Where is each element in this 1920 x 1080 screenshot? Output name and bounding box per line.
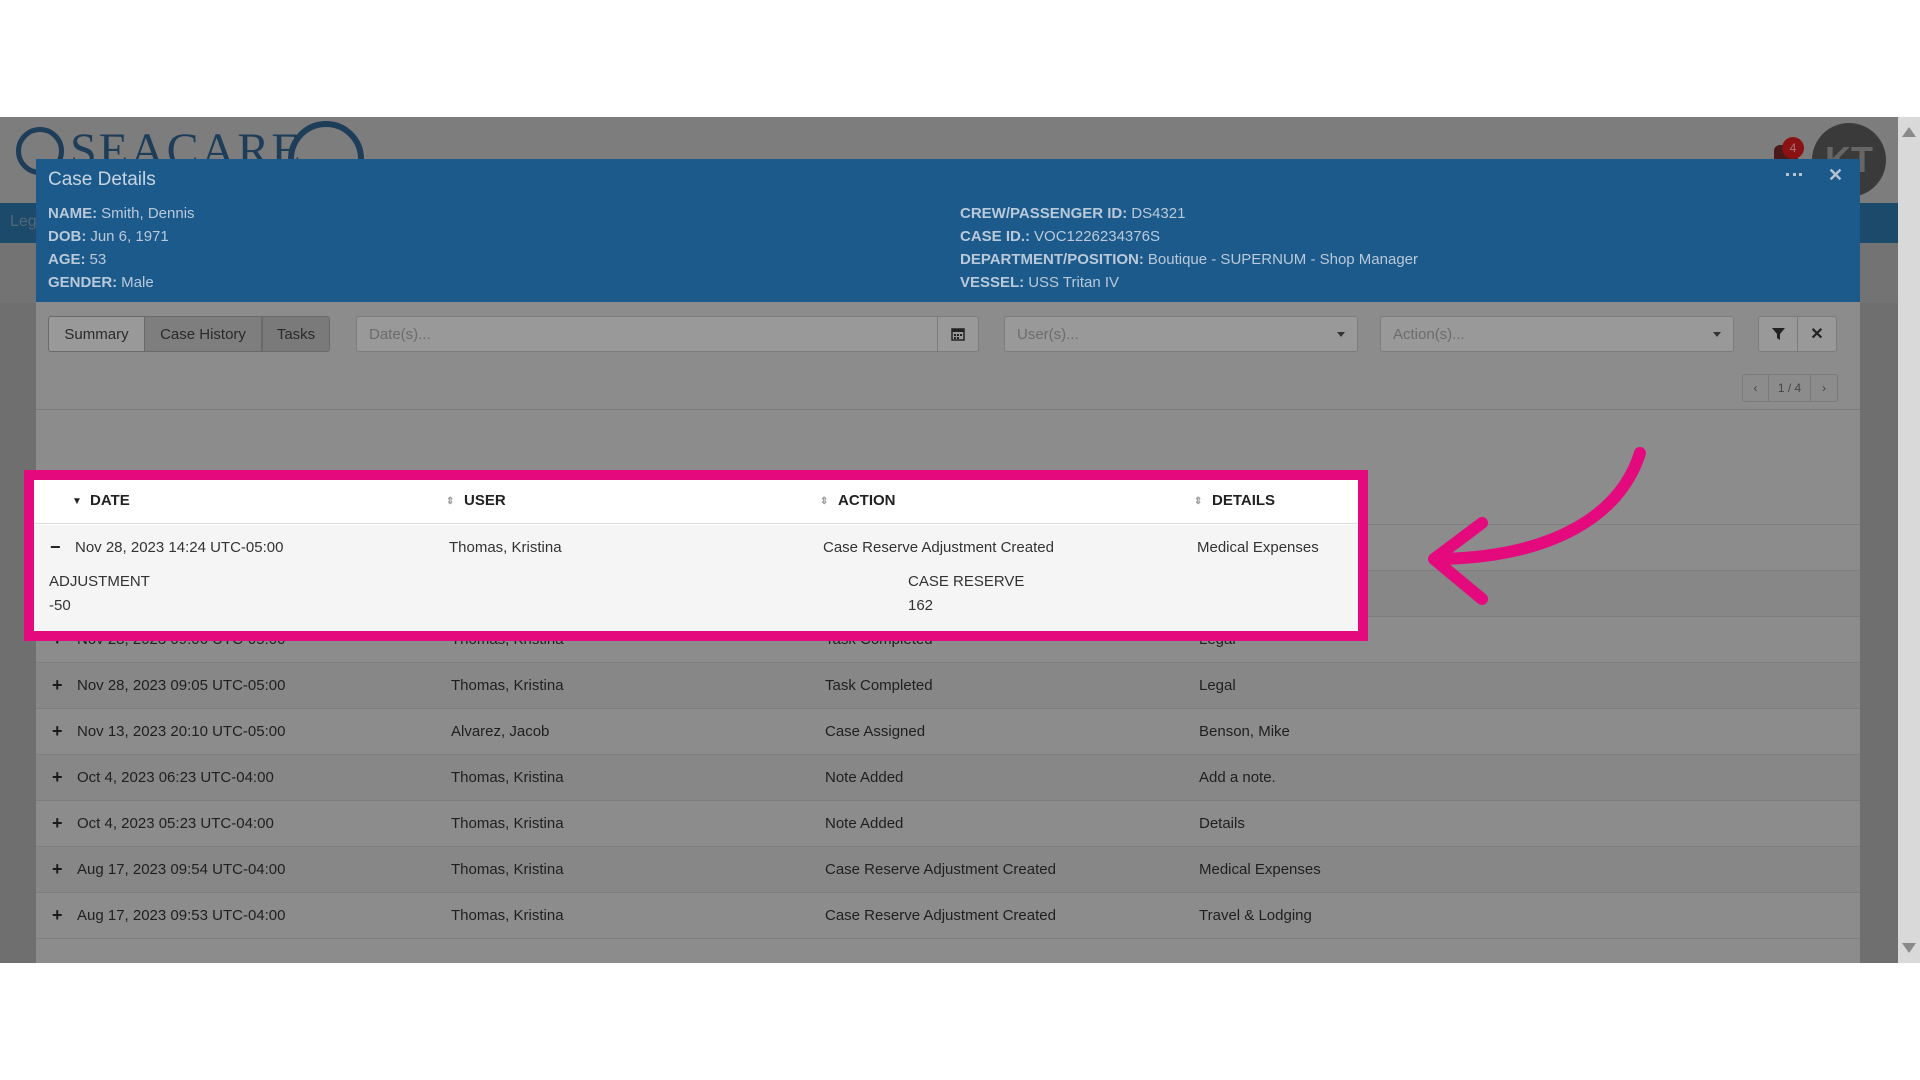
notification-badge: 4 (1782, 137, 1804, 159)
expand-icon[interactable]: + (52, 721, 63, 742)
screenshot-frame: SEACARE 4 KT Leg Case Details ✕ NAME:Smi… (0, 117, 1920, 963)
expand-icon[interactable]: + (52, 675, 63, 696)
table-row[interactable]: + Aug 17, 2023 09:54 UTC-04:00 Thomas, Kri… (36, 847, 1860, 893)
pager-prev-button[interactable]: ‹ (1743, 375, 1769, 401)
table-row[interactable]: + Oct 4, 2023 06:23 UTC-04:00 Thomas, Kris… (36, 755, 1860, 801)
department-position: DEPARTMENT/POSITION: Boutique - SUPERNUM … (960, 251, 1419, 268)
chevron-down-icon (1713, 332, 1721, 337)
row-date: Oct 4, 2023 06:23 UTC-04:00 (77, 769, 274, 786)
case-reserve-label: CASE RESERVE (908, 573, 1025, 590)
sort-desc-icon: ▼ (72, 496, 82, 507)
sort-icon: ⇕ (820, 496, 829, 507)
nav-item-legal[interactable]: Leg (10, 213, 37, 231)
sort-icon: ⇕ (1194, 496, 1203, 507)
row-action: Note Added (825, 769, 904, 786)
chevron-down-icon (1337, 332, 1345, 337)
calendar-button[interactable] (937, 316, 979, 352)
row-action: Task Completed (825, 677, 933, 694)
scroll-up-icon[interactable] (1902, 127, 1916, 137)
page-scrollbar[interactable] (1898, 117, 1920, 963)
row-date: Oct 4, 2023 05:23 UTC-04:00 (77, 815, 274, 832)
column-header-date[interactable]: ▼ DATE (72, 492, 130, 509)
pager-info: 1 / 4 (1769, 375, 1811, 401)
users-filter-select[interactable]: User(s)... (1004, 316, 1358, 352)
patient-gender: GENDER: Male (48, 274, 154, 291)
table-row[interactable]: + Oct 4, 2023 05:23 UTC-04:00 Thomas, Kris… (36, 801, 1860, 847)
row-details: Benson, Mike (1199, 723, 1290, 740)
close-icon[interactable]: ✕ (1828, 165, 1843, 186)
collapse-icon[interactable]: − (50, 537, 61, 558)
adjustment-value: -50 (49, 597, 71, 614)
dates-filter-input[interactable]: Date(s)... (356, 316, 938, 352)
table-row[interactable]: + Nov 28, 2023 09:05 UTC-05:00 Thomas, Kri… (36, 663, 1860, 709)
row-details: Travel & Lodging (1199, 907, 1312, 924)
calendar-icon (951, 328, 965, 341)
row-user: Thomas, Kristina (451, 677, 564, 694)
expand-icon[interactable]: + (52, 813, 63, 834)
modal-header: Case Details ✕ NAME: Smith, Dennis DOB: Ju… (36, 159, 1860, 302)
row-details: Add a note. (1199, 769, 1276, 786)
table-row[interactable]: + Aug 17, 2023 09:53 UTC-04:00 Thomas, Kri… (36, 893, 1860, 939)
actions-select-placeholder: Action(s)... (1393, 325, 1465, 343)
column-header-action[interactable]: ⇕ ACTION (820, 492, 896, 509)
crew-passenger-id: CREW/PASSENGER ID: DS4321 (960, 205, 1186, 222)
row-user: Thomas, Kristina (451, 907, 564, 924)
row-details: Medical Expenses (1197, 539, 1319, 556)
row-action: Case Assigned (825, 723, 926, 740)
apply-filter-button[interactable] (1758, 316, 1798, 352)
pager-next-button[interactable]: › (1811, 375, 1837, 401)
actions-filter-select[interactable]: Action(s)... (1380, 316, 1734, 352)
adjustment-label: ADJUSTMENT (49, 573, 150, 590)
expand-icon[interactable]: + (52, 859, 63, 880)
modal-title: Case Details (48, 169, 156, 190)
sort-icon: ⇕ (446, 496, 455, 507)
case-reserve-value: 162 (908, 597, 934, 614)
scroll-down-icon[interactable] (1902, 943, 1916, 953)
row-user: Thomas, Kristina (451, 769, 564, 786)
row-date: Nov 28, 2023 09:05 UTC-05:00 (77, 677, 286, 694)
row-user: Alvarez, Jacob (451, 723, 550, 740)
filter-bar: Summary Case History Tasks Date(s)... Us… (36, 302, 1860, 366)
pagination: ‹ 1 / 4 › (1742, 374, 1838, 402)
row-date: Nov 13, 2023 20:10 UTC-05:00 (77, 723, 286, 740)
row-details: Medical Expenses (1199, 861, 1321, 878)
tab-tasks[interactable]: Tasks (262, 316, 330, 352)
row-action: Case Reserve Adjustment Created (823, 539, 1054, 556)
column-header-user[interactable]: ⇕ USER (446, 492, 506, 509)
case-id: CASE ID.: VOC1226234376S (960, 228, 1160, 245)
patient-name: NAME: Smith, Dennis (48, 205, 195, 222)
row-user: Thomas, Kristina (449, 539, 562, 556)
patient-dob: DOB: Jun 6, 1971 (48, 228, 169, 245)
row-user: Thomas, Kristina (451, 861, 564, 878)
row-action: Case Reserve Adjustment Created (825, 861, 1056, 878)
tab-case-history[interactable]: Case History (144, 316, 262, 352)
row-details: Legal (1199, 677, 1236, 694)
history-table-header: ‹ 1 / 4 › (36, 366, 1860, 410)
minimize-icon[interactable] (1786, 173, 1802, 176)
expand-icon[interactable]: + (52, 767, 63, 788)
row-date: Aug 17, 2023 09:53 UTC-04:00 (77, 907, 286, 924)
expanded-table-row[interactable]: − Nov 28, 2023 14:24 UTC-05:00 Thomas, K… (34, 525, 1358, 631)
row-date: Nov 28, 2023 14:24 UTC-05:00 (75, 539, 284, 556)
users-select-placeholder: User(s)... (1017, 325, 1079, 343)
expand-icon[interactable]: + (52, 905, 63, 926)
annotation-arrow-icon (1428, 447, 1646, 605)
vessel: VESSEL: USS Tritan IV (960, 274, 1120, 291)
row-user: Thomas, Kristina (451, 815, 564, 832)
patient-age: AGE: 53 (48, 251, 107, 268)
highlighted-expanded-row: ▼ DATE ⇕ USER ⇕ ACTION ⇕ DETAILS − Nov 28, 2… (24, 470, 1368, 641)
clear-filter-button[interactable]: ✕ (1797, 316, 1837, 352)
filter-icon (1771, 327, 1785, 340)
row-action: Case Reserve Adjustment Created (825, 907, 1056, 924)
table-row[interactable]: + Nov 13, 2023 20:10 UTC-05:00 Alvarez, Ja… (36, 709, 1860, 755)
column-header-details[interactable]: ⇕ DETAILS (1194, 492, 1275, 509)
row-action: Note Added (825, 815, 904, 832)
row-date: Aug 17, 2023 09:54 UTC-04:00 (77, 861, 286, 878)
row-details: Details (1199, 815, 1245, 832)
highlight-table-header: ▼ DATE ⇕ USER ⇕ ACTION ⇕ DETAILS (34, 480, 1358, 524)
tab-summary[interactable]: Summary (48, 316, 145, 352)
